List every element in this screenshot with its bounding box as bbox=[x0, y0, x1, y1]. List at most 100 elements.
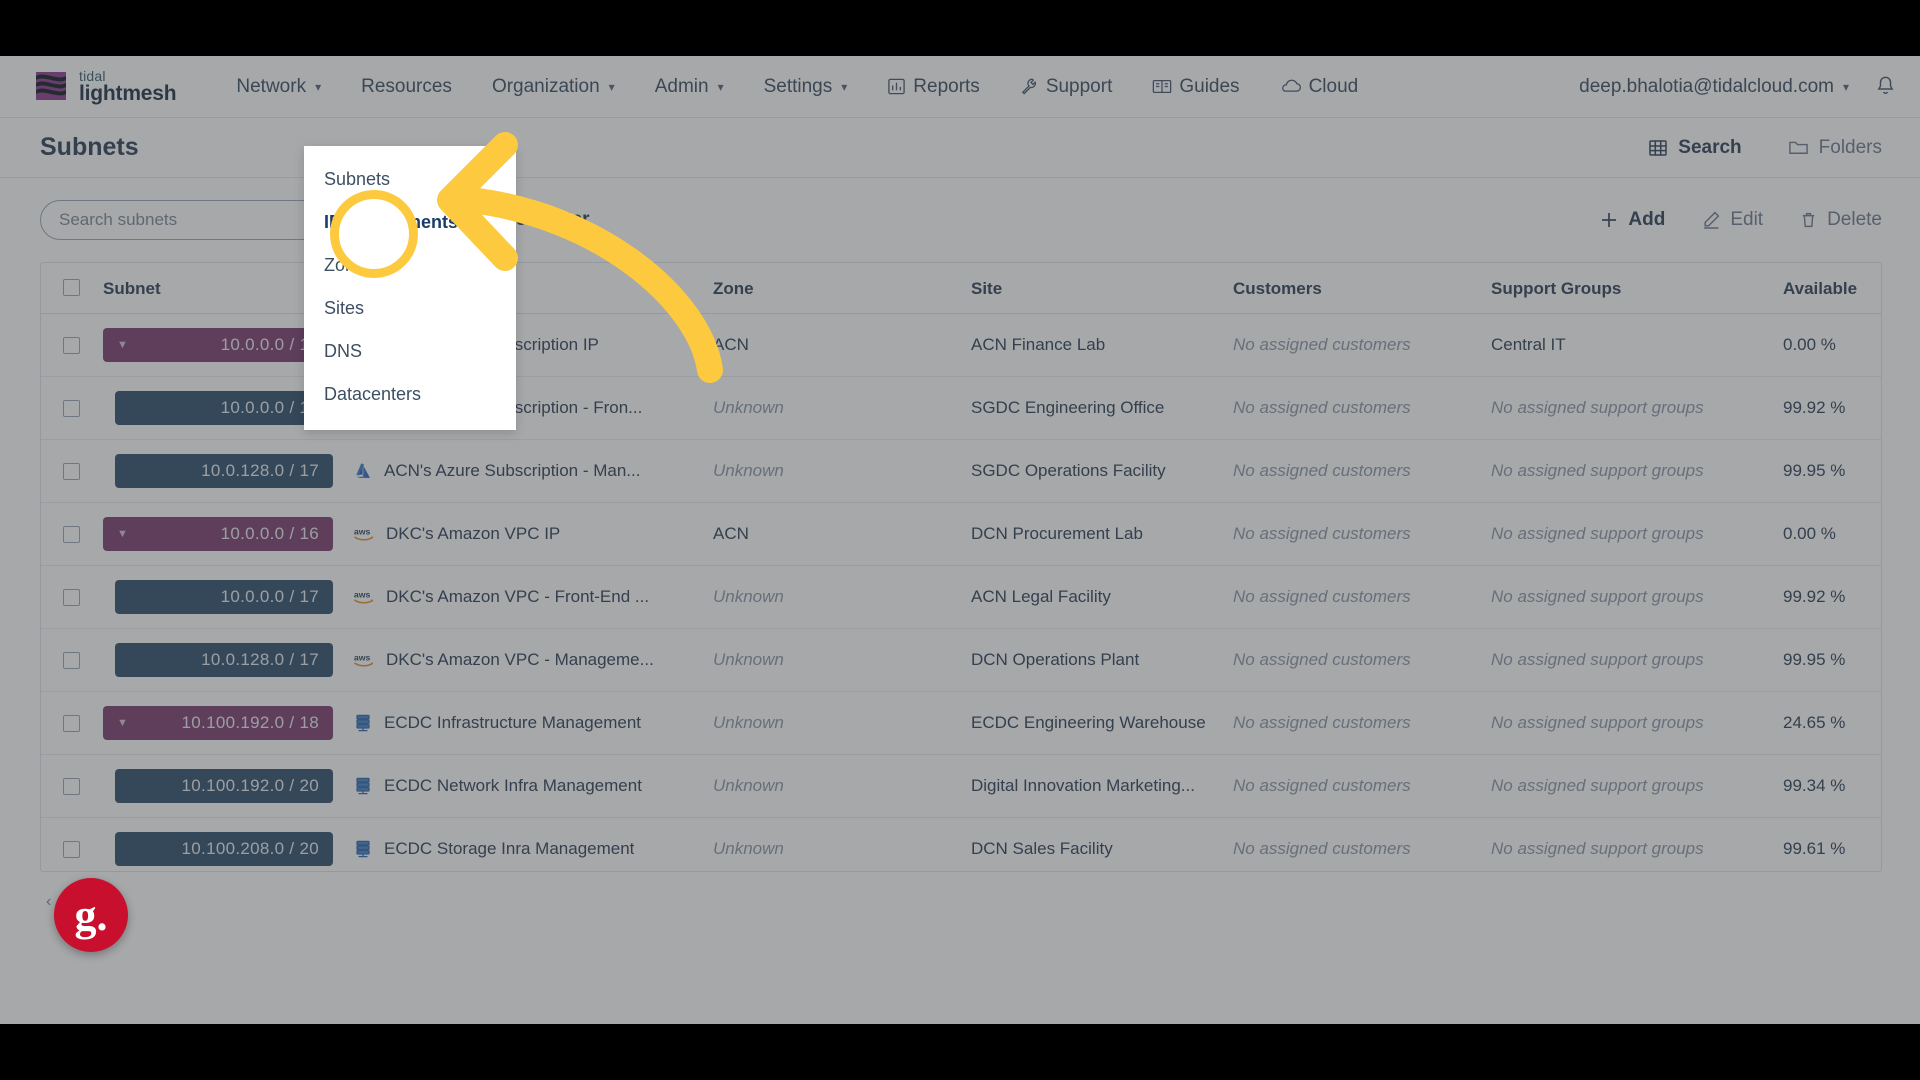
brand-logo-area[interactable]: tidal lightmesh bbox=[34, 68, 177, 104]
subnet-badge[interactable]: 10.100.208.0 / 20 bbox=[115, 832, 333, 866]
site-label[interactable]: DCN Operations Plant bbox=[971, 650, 1139, 669]
subnet-badge[interactable]: ▼ 10.100.192.0 / 18 bbox=[103, 706, 333, 740]
site-label[interactable]: ACN Finance Lab bbox=[971, 335, 1105, 354]
subnet-badge[interactable]: ▼ 10.0.0.0 / 16 bbox=[103, 517, 333, 551]
dropdown-item-subnets[interactable]: Subnets bbox=[304, 158, 516, 201]
cell-site[interactable]: Digital Innovation Marketing... bbox=[961, 754, 1223, 818]
nav-item-organization[interactable]: Organization ▾ bbox=[492, 68, 615, 106]
subnet-badge[interactable]: 10.0.0.0 / 17 bbox=[115, 391, 333, 425]
row-checkbox[interactable] bbox=[63, 840, 80, 858]
table-row[interactable]: ▼ 10.0.0.0 / 16 aws DKC's Amazon VPC IP ACN D… bbox=[41, 502, 1881, 566]
chevron-down-icon: ▾ bbox=[608, 79, 615, 94]
row-select-cell[interactable] bbox=[41, 565, 93, 629]
row-checkbox[interactable] bbox=[63, 336, 80, 354]
row-select-cell[interactable] bbox=[41, 313, 93, 377]
nav-item-admin[interactable]: Admin ▾ bbox=[655, 68, 724, 106]
cell-site[interactable]: DCN Procurement Lab bbox=[961, 502, 1223, 566]
expand-caret-icon[interactable]: ▼ bbox=[117, 528, 128, 540]
dropdown-item-sites[interactable]: Sites bbox=[304, 287, 516, 330]
site-label[interactable]: Digital Innovation Marketing... bbox=[971, 776, 1195, 795]
site-label[interactable]: ACN Legal Facility bbox=[971, 587, 1111, 606]
edit-button[interactable]: Edit bbox=[1701, 209, 1763, 231]
nav-item-guides[interactable]: Guides bbox=[1152, 68, 1240, 106]
row-select-cell[interactable] bbox=[41, 502, 93, 566]
column-header-zone[interactable]: Zone bbox=[703, 263, 961, 314]
nav-item-network[interactable]: Network ▾ bbox=[236, 68, 321, 106]
table-row[interactable]: 10.0.128.0 / 17 aws DKC's Amazon VPC - Man… bbox=[41, 628, 1881, 692]
row-checkbox[interactable] bbox=[63, 651, 80, 669]
cell-name[interactable]: ECDC Storage Inra Management bbox=[343, 817, 703, 871]
pagination-prev[interactable]: ‹ bbox=[46, 893, 51, 911]
row-checkbox[interactable] bbox=[63, 525, 80, 543]
row-select-cell[interactable] bbox=[41, 691, 93, 755]
user-menu[interactable]: deep.bhalotia@tidalcloud.com ▾ bbox=[1579, 68, 1849, 106]
table-row[interactable]: 10.0.0.0 / 17 aws DKC's Amazon VPC - Front… bbox=[41, 565, 1881, 629]
column-header-site[interactable]: Site bbox=[961, 263, 1223, 314]
cell-subnet[interactable]: ▼ 10.100.192.0 / 18 bbox=[93, 691, 343, 755]
site-label[interactable]: ECDC Engineering Warehouse bbox=[971, 713, 1206, 732]
expand-caret-icon[interactable]: ▼ bbox=[117, 339, 128, 351]
site-label[interactable]: SGDC Operations Facility bbox=[971, 461, 1166, 480]
row-checkbox[interactable] bbox=[63, 714, 80, 732]
row-checkbox[interactable] bbox=[63, 399, 80, 417]
row-select-cell[interactable] bbox=[41, 817, 93, 871]
row-select-cell[interactable] bbox=[41, 376, 93, 440]
bell-icon[interactable] bbox=[1875, 75, 1896, 98]
cell-site[interactable]: ACN Finance Lab bbox=[961, 313, 1223, 377]
subnet-badge[interactable]: 10.0.0.0 / 17 bbox=[115, 580, 333, 614]
nav-item-settings[interactable]: Settings ▾ bbox=[764, 68, 848, 106]
cell-subnet[interactable]: 10.100.192.0 / 20 bbox=[93, 754, 343, 818]
cell-subnet[interactable]: ▼ 10.0.0.0 / 16 bbox=[93, 502, 343, 566]
subnet-badge[interactable]: 10.100.192.0 / 20 bbox=[115, 769, 333, 803]
cell-site[interactable]: ACN Legal Facility bbox=[961, 565, 1223, 629]
site-label[interactable]: DCN Sales Facility bbox=[971, 839, 1113, 858]
column-header-customers[interactable]: Customers bbox=[1223, 263, 1481, 314]
dropdown-item-datacenters[interactable]: Datacenters bbox=[304, 373, 516, 416]
cell-name[interactable]: ECDC Infrastructure Management bbox=[343, 691, 703, 755]
subnet-badge[interactable]: ▼ 10.0.0.0 / 16 bbox=[103, 328, 333, 362]
row-checkbox[interactable] bbox=[63, 588, 80, 606]
nav-item-resources[interactable]: Resources bbox=[361, 68, 452, 106]
cell-site[interactable]: DCN Sales Facility bbox=[961, 817, 1223, 871]
cell-name[interactable]: aws DKC's Amazon VPC - Manageme... bbox=[343, 628, 703, 692]
table-row[interactable]: ▼ 10.100.192.0 / 18 ECDC Infrastructure Ma… bbox=[41, 691, 1881, 755]
row-checkbox[interactable] bbox=[63, 777, 80, 795]
subnet-badge[interactable]: 10.0.128.0 / 17 bbox=[115, 454, 333, 488]
nav-item-reports[interactable]: Reports bbox=[887, 68, 980, 106]
chat-widget-button[interactable]: g. bbox=[54, 878, 128, 952]
row-select-cell[interactable] bbox=[41, 439, 93, 503]
cell-name[interactable]: aws DKC's Amazon VPC - Front-End ... bbox=[343, 565, 703, 629]
column-header-available[interactable]: Available bbox=[1773, 263, 1881, 314]
cell-subnet[interactable]: 10.0.0.0 / 17 bbox=[93, 565, 343, 629]
column-header-support-groups[interactable]: Support Groups bbox=[1481, 263, 1773, 314]
search-tab-button[interactable]: Search bbox=[1648, 137, 1742, 159]
cell-name[interactable]: ECDC Network Infra Management bbox=[343, 754, 703, 818]
select-all-header[interactable] bbox=[41, 263, 93, 314]
site-label[interactable]: DCN Procurement Lab bbox=[971, 524, 1143, 543]
expand-caret-icon[interactable]: ▼ bbox=[117, 717, 128, 729]
row-select-cell[interactable] bbox=[41, 628, 93, 692]
nav-item-cloud[interactable]: Cloud bbox=[1280, 68, 1358, 106]
folders-tab-button[interactable]: Folders bbox=[1788, 137, 1882, 159]
dropdown-item-dns[interactable]: DNS bbox=[304, 330, 516, 373]
cell-site[interactable]: DCN Operations Plant bbox=[961, 628, 1223, 692]
delete-button[interactable]: Delete bbox=[1799, 209, 1882, 231]
select-all-checkbox[interactable] bbox=[63, 279, 80, 296]
site-label[interactable]: SGDC Engineering Office bbox=[971, 398, 1164, 417]
row-checkbox[interactable] bbox=[63, 462, 80, 480]
cell-site[interactable]: ECDC Engineering Warehouse bbox=[961, 691, 1223, 755]
add-button[interactable]: Add bbox=[1599, 209, 1665, 231]
nav-item-support[interactable]: Support bbox=[1020, 68, 1112, 106]
cell-subnet[interactable]: 10.0.128.0 / 17 bbox=[93, 628, 343, 692]
table-row[interactable]: 10.0.128.0 / 17 ACN's Azure Subscription … bbox=[41, 439, 1881, 503]
cell-subnet[interactable]: 10.100.208.0 / 20 bbox=[93, 817, 343, 871]
subnet-badge[interactable]: 10.0.128.0 / 17 bbox=[115, 643, 333, 677]
table-row[interactable]: 10.100.192.0 / 20 ECDC Network Infra Mana… bbox=[41, 754, 1881, 818]
cell-name[interactable]: aws DKC's Amazon VPC IP bbox=[343, 502, 703, 566]
table-row[interactable]: 10.100.208.0 / 20 ECDC Storage Inra Manag… bbox=[41, 817, 1881, 871]
cell-subnet[interactable]: 10.0.128.0 / 17 bbox=[93, 439, 343, 503]
row-select-cell[interactable] bbox=[41, 754, 93, 818]
cell-site[interactable]: SGDC Engineering Office bbox=[961, 376, 1223, 440]
cell-site[interactable]: SGDC Operations Facility bbox=[961, 439, 1223, 503]
cell-name[interactable]: ACN's Azure Subscription - Man... bbox=[343, 439, 703, 503]
